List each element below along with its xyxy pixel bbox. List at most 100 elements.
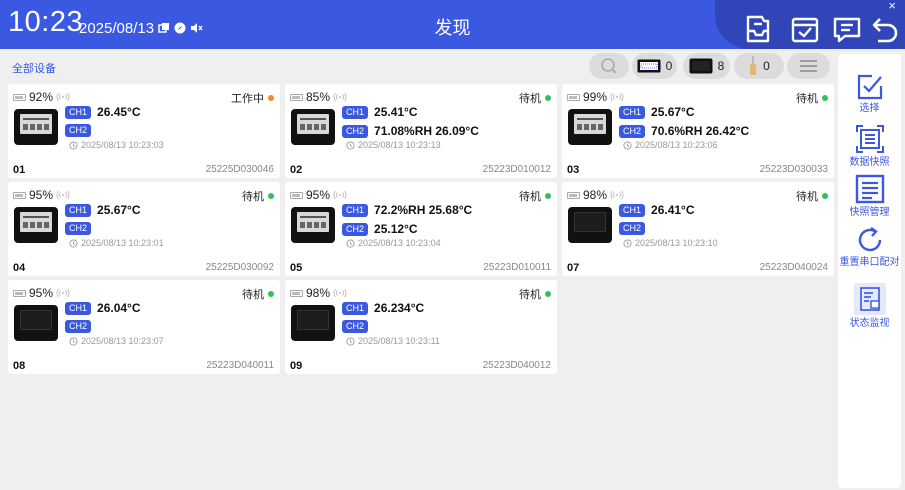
- side-select[interactable]: 选择: [838, 74, 901, 114]
- ch2-tag: CH2: [342, 222, 369, 236]
- status-badge: 待机: [242, 188, 274, 204]
- status-text: 待机: [519, 289, 541, 301]
- update-time: 2025/08/13 10:23:11: [346, 336, 440, 346]
- battery: 99%: [567, 90, 624, 104]
- channel-1-row: CH1 26.45°C: [65, 105, 141, 119]
- close-button[interactable]: ×: [888, 0, 896, 13]
- probe-icon: [750, 56, 757, 75]
- check-box-icon[interactable]: [789, 13, 821, 45]
- all-devices-filter[interactable]: 全部设备: [12, 60, 56, 76]
- device-serial: 25223D040011: [206, 360, 274, 371]
- side-snapshot-manage-label: 快照管理: [849, 207, 890, 218]
- snapshot-manage-icon: [855, 174, 884, 204]
- device-card[interactable]: 95% 待机 CH1 25.67°C CH2 2025/08/13 10:23:…: [8, 182, 280, 276]
- side-snapshot-manage[interactable]: 快照管理: [838, 174, 901, 218]
- device-card[interactable]: 85% 待机 CH1 25.41°C CH2 71.08%RH 26.09°C …: [285, 84, 557, 178]
- ch1-tag: CH1: [342, 203, 369, 217]
- ch1-tag: CH1: [619, 203, 646, 217]
- ch2-reading: 71.08%RH 26.09°C: [374, 124, 479, 138]
- menu-button[interactable]: [787, 53, 830, 79]
- inbox-icon[interactable]: [742, 13, 774, 45]
- ch1-tag: CH1: [342, 105, 369, 119]
- side-status-monitor[interactable]: 状态监视: [838, 283, 901, 329]
- status-dot: [545, 291, 551, 297]
- message-icon[interactable]: [831, 13, 863, 45]
- device-card[interactable]: 95% 待机 CH1 72.2%RH 25.68°C CH2 25.12°C 2…: [285, 182, 557, 276]
- device-number: 03: [567, 164, 580, 176]
- battery-level: 85%: [306, 90, 331, 104]
- ch2-tag: CH2: [619, 222, 646, 235]
- device-image: [291, 109, 335, 145]
- history-icon: [69, 336, 78, 346]
- device-number: 02: [290, 164, 303, 176]
- battery-icon: [290, 93, 303, 101]
- device-image: [14, 207, 58, 243]
- channel-2-row: CH2 71.08%RH 26.09°C: [342, 124, 479, 138]
- device-card[interactable]: 98% 待机 CH1 26.234°C CH2 2025/08/13 10:23…: [285, 280, 557, 374]
- update-time-text: 2025/08/13 10:23:03: [81, 140, 164, 150]
- battery: 95%: [290, 188, 347, 202]
- device-image: [568, 109, 612, 145]
- logger-wide-icon: [637, 59, 661, 73]
- search-button[interactable]: [589, 53, 629, 79]
- ch1-reading: 26.234°C: [374, 301, 425, 315]
- ch1-tag: CH1: [65, 105, 92, 119]
- top-bar: 10:23 2025/08/13 发现 ×: [0, 0, 905, 49]
- battery: 95%: [13, 188, 70, 202]
- device-serial: 25223D040012: [482, 360, 551, 371]
- ch2-tag: CH2: [342, 124, 369, 138]
- update-time: 2025/08/13 10:23:01: [69, 238, 164, 248]
- battery-icon: [290, 191, 303, 199]
- back-icon[interactable]: [870, 13, 902, 45]
- wireless-signal-icon: [333, 92, 347, 102]
- device-image: [291, 305, 335, 341]
- device-number: 09: [290, 360, 303, 372]
- device-number: 05: [290, 262, 303, 274]
- ch2-tag: CH2: [65, 320, 92, 333]
- update-time-text: 2025/08/13 10:23:04: [358, 238, 441, 248]
- ch1-reading: 25.41°C: [374, 105, 418, 119]
- device-image: [568, 207, 612, 243]
- device-card[interactable]: 92% 工作中 CH1 26.45°C CH2 2025/08/13 10:23…: [8, 84, 280, 178]
- logger-tablet-icon: [689, 58, 713, 74]
- history-icon: [69, 140, 78, 150]
- device-serial: 25223D030033: [759, 164, 828, 175]
- device-card[interactable]: 95% 待机 CH1 26.04°C CH2 2025/08/13 10:23:…: [8, 280, 280, 374]
- status-badge: 待机: [796, 90, 828, 106]
- channel-2-row: CH2 25.12°C: [342, 222, 418, 236]
- channel-1-row: CH1 25.67°C: [65, 203, 141, 217]
- side-data-snapshot[interactable]: 数据快照: [838, 124, 901, 168]
- wireless-signal-icon: [56, 288, 70, 298]
- battery: 85%: [290, 90, 347, 104]
- device-card[interactable]: 99% 待机 CH1 25.67°C CH2 70.6%RH 26.42°C 2…: [562, 84, 834, 178]
- channel-1-row: CH1 26.234°C: [342, 301, 424, 315]
- battery-icon: [13, 191, 26, 199]
- search-icon: [601, 58, 617, 74]
- menu-icon: [800, 60, 817, 72]
- ch1-reading: 25.67°C: [651, 105, 695, 119]
- ch1-reading: 26.04°C: [97, 301, 141, 315]
- battery-level: 92%: [29, 90, 54, 104]
- side-reset-serial-pairing[interactable]: 重置串口配对: [838, 226, 901, 268]
- select-check-icon: [857, 74, 882, 100]
- device-number: 01: [13, 164, 26, 176]
- device-card[interactable]: 98% 待机 CH1 26.41°C CH2 2025/08/13 10:23:…: [562, 182, 834, 276]
- channel-1-row: CH1 26.04°C: [65, 301, 141, 315]
- history-icon: [623, 140, 632, 150]
- ch1-reading: 26.45°C: [97, 105, 141, 119]
- filter-type-3[interactable]: 0: [734, 53, 784, 79]
- device-serial: 25223D010011: [483, 262, 551, 273]
- refresh-icon: [858, 227, 881, 252]
- filter-type-2[interactable]: 8: [683, 53, 730, 79]
- device-image: [14, 109, 58, 145]
- history-icon: [346, 238, 355, 248]
- ch1-tag: CH1: [65, 301, 92, 315]
- side-data-snapshot-label: 数据快照: [849, 157, 890, 168]
- device-serial: 25223D010012: [482, 164, 551, 175]
- update-time-text: 2025/08/13 10:23:10: [635, 238, 718, 248]
- status-text: 待机: [519, 191, 541, 203]
- battery-icon: [13, 289, 26, 297]
- filter-type-1[interactable]: 0: [632, 53, 677, 79]
- device-number: 07: [567, 262, 580, 274]
- battery: 95%: [13, 286, 70, 300]
